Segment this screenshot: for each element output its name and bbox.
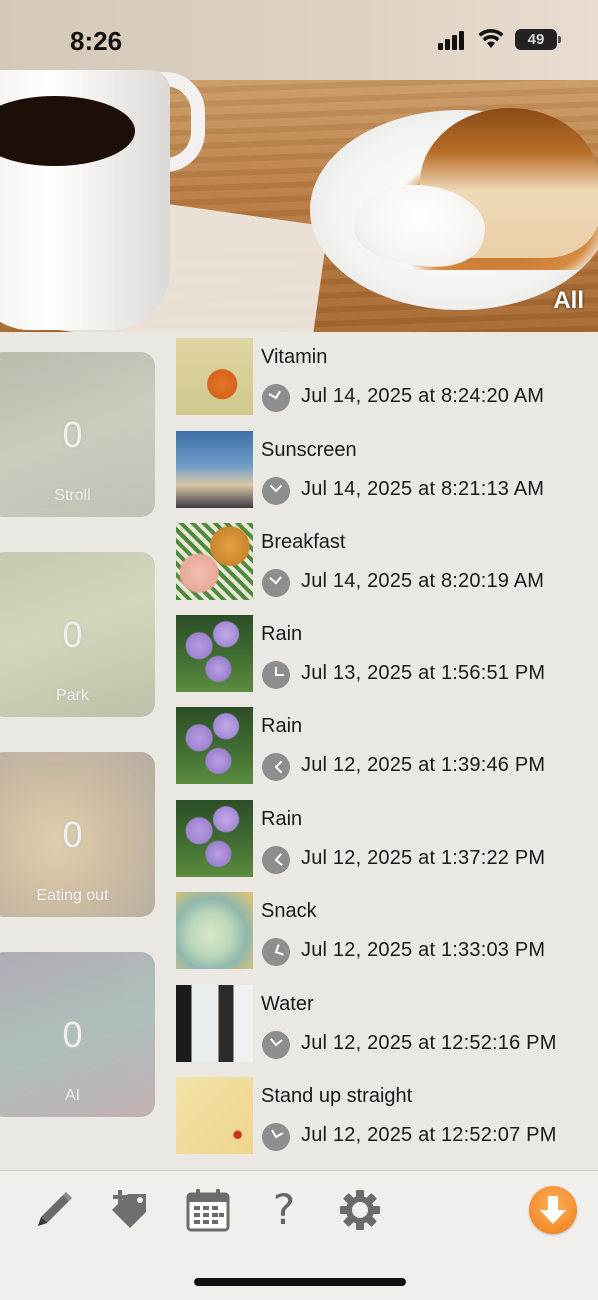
- list-item[interactable]: Sunscreen Jul 14, 2025 at 8:21:13 AM: [176, 431, 596, 511]
- entry-name: Rain: [261, 715, 303, 737]
- download-arrow-icon: [540, 1196, 566, 1224]
- clock-icon: [262, 661, 290, 689]
- entry-thumbnail: [176, 338, 253, 415]
- home-indicator[interactable]: [194, 1278, 406, 1286]
- pencil-icon[interactable]: [32, 1188, 76, 1232]
- clock-icon: [256, 1025, 296, 1065]
- settings-gear-icon[interactable]: [338, 1188, 382, 1232]
- entry-name: Water: [261, 993, 314, 1015]
- clock-icon: [256, 563, 296, 603]
- entry-thumbnail: [176, 431, 253, 508]
- clock-icon: [256, 840, 296, 880]
- add-tag-icon[interactable]: [108, 1188, 152, 1232]
- entry-name: Stand up straight: [261, 1085, 413, 1107]
- list-item[interactable]: Vitamin Jul 14, 2025 at 8:24:20 AM: [176, 338, 596, 418]
- clock-icon: [256, 471, 296, 511]
- entry-datetime: Jul 12, 2025 at 12:52:07 PM: [301, 1124, 557, 1146]
- list-item[interactable]: Stand up straight Jul 12, 2025 at 12:52:…: [176, 1077, 596, 1157]
- wifi-icon: [478, 28, 504, 48]
- category-count: 0: [62, 414, 83, 455]
- category-name: Stroll: [54, 487, 91, 504]
- battery-indicator: 49: [515, 29, 561, 50]
- entry-name: Sunscreen: [261, 439, 357, 461]
- entry-name: Rain: [261, 623, 303, 645]
- entry-name: Snack: [261, 900, 317, 922]
- entry-datetime: Jul 12, 2025 at 1:33:03 PM: [301, 939, 546, 961]
- list-item[interactable]: Rain Jul 12, 2025 at 1:37:22 PM: [176, 800, 596, 880]
- category-tile-park[interactable]: 0 Park: [0, 552, 155, 717]
- entry-datetime: Jul 14, 2025 at 8:21:13 AM: [301, 478, 545, 500]
- category-count: 0: [62, 814, 83, 855]
- clock-icon: [256, 1117, 296, 1157]
- list-item[interactable]: Breakfast Jul 14, 2025 at 8:20:19 AM: [176, 523, 596, 603]
- entry-thumbnail: [176, 985, 253, 1062]
- status-time: 8:26: [70, 26, 123, 56]
- entry-thumbnail: [176, 800, 253, 877]
- category-name: Eating out: [36, 887, 109, 904]
- category-name: AI: [64, 1087, 81, 1104]
- filter-label[interactable]: All: [553, 287, 584, 315]
- category-name: Park: [56, 687, 89, 704]
- entry-name: Vitamin: [261, 346, 328, 368]
- download-button[interactable]: [529, 1186, 577, 1234]
- list-item[interactable]: Rain Jul 13, 2025 at 1:56:51 PM: [176, 615, 596, 695]
- list-item[interactable]: Rain Jul 12, 2025 at 1:39:46 PM: [176, 707, 596, 787]
- entry-datetime: Jul 14, 2025 at 8:24:20 AM: [301, 385, 545, 407]
- clock-icon: [258, 934, 294, 970]
- clock-icon: [256, 378, 296, 418]
- calendar-icon[interactable]: [186, 1188, 230, 1232]
- entry-thumbnail: [176, 892, 253, 969]
- category-tile-ai[interactable]: 0 AI: [0, 952, 155, 1117]
- entry-datetime: Jul 14, 2025 at 8:20:19 AM: [301, 570, 545, 592]
- entry-name: Rain: [261, 808, 303, 830]
- entry-datetime: Jul 12, 2025 at 12:52:16 PM: [301, 1032, 557, 1054]
- list-item[interactable]: Snack Jul 12, 2025 at 1:33:03 PM: [176, 892, 596, 972]
- clock-icon: [256, 747, 296, 787]
- entry-thumbnail: [176, 523, 253, 600]
- cellular-signal-icon: [438, 30, 468, 50]
- entry-thumbnail: [176, 1077, 253, 1154]
- category-count: 0: [62, 1014, 83, 1055]
- entry-thumbnail: [176, 707, 253, 784]
- entry-thumbnail: [176, 615, 253, 692]
- help-icon[interactable]: ?: [262, 1188, 306, 1232]
- entry-datetime: Jul 12, 2025 at 1:37:22 PM: [301, 847, 546, 869]
- category-count: 0: [62, 614, 83, 655]
- category-tile-stroll[interactable]: 0 Stroll: [0, 352, 155, 517]
- entry-datetime: Jul 12, 2025 at 1:39:46 PM: [301, 754, 546, 776]
- entry-name: Breakfast: [261, 531, 346, 553]
- entry-datetime: Jul 13, 2025 at 1:56:51 PM: [301, 662, 546, 684]
- category-tile-eating-out[interactable]: 0 Eating out: [0, 752, 155, 917]
- list-item[interactable]: Water Jul 12, 2025 at 12:52:16 PM: [176, 985, 596, 1065]
